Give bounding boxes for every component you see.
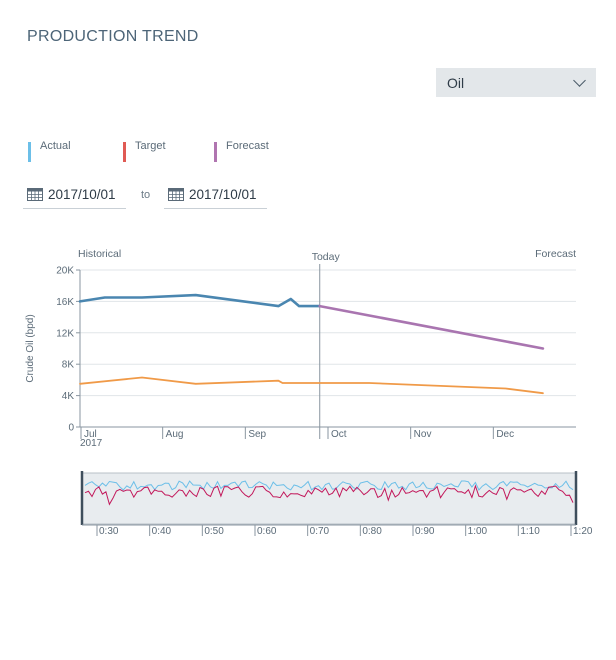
region-label-today: Today [312, 251, 341, 263]
navigator-tick-label: 1:00 [468, 526, 488, 537]
y-tick-label: 12K [56, 328, 74, 339]
legend-label-target: Target [135, 140, 166, 152]
y-tick-label: 16K [56, 297, 74, 308]
legend-item-target: Target [123, 140, 166, 162]
end-date-value: 2017/10/01 [189, 186, 257, 202]
calendar-icon [27, 187, 43, 201]
navigator-tick-label: 0:80 [362, 526, 382, 537]
y-tick-label: 8K [62, 360, 75, 371]
start-date-value: 2017/10/01 [48, 186, 116, 202]
y-tick-label: 4K [62, 391, 75, 402]
y-tick-label: 0 [68, 423, 74, 434]
legend-item-actual: Actual [28, 140, 71, 162]
region-labels: Historical Today Forecast [78, 248, 576, 439]
navigator-tick-label: 0:60 [257, 526, 277, 537]
navigator-tick-label: 1:10 [520, 526, 540, 537]
time-navigator[interactable]: 0:30 0:40 0:50 0:60 0:70 0:80 0:90 1:00 1:10 1:20 [80, 471, 593, 537]
x-axis: Jul Aug Sep Oct Nov Dec2017 [80, 426, 576, 449]
y-tick-label: 20K [56, 266, 74, 277]
y-axis: 0 4K 8K 12K 16K 20K Crude Oil (bpd) [25, 266, 81, 434]
region-label-forecast: Forecast [535, 248, 576, 260]
calendar-icon [168, 187, 184, 201]
chevron-down-icon [573, 74, 586, 87]
legend-label-actual: Actual [40, 140, 71, 152]
series-line-target [79, 376, 544, 395]
legend-swatch-forecast [214, 142, 217, 162]
series-line-forecast [318, 304, 545, 350]
x-tick-label: Dec [496, 429, 514, 440]
navigator-tick-label: 0:90 [415, 526, 435, 537]
date-range-to-label: to [141, 189, 151, 201]
legend-item-forecast: Forecast [214, 140, 269, 162]
navigator-tick-label: 0:30 [99, 526, 119, 537]
start-date-field[interactable]: 2017/10/01 [23, 180, 126, 209]
x-tick-label: Nov [414, 429, 432, 440]
navigator-window[interactable] [81, 472, 577, 525]
chart-grid [80, 269, 576, 428]
x-tick-label: Sep [248, 429, 266, 440]
navigator-tick-label: 1:20 [573, 526, 593, 537]
x-tick-label: Oct [331, 429, 347, 440]
y-axis-label: Crude Oil (bpd) [25, 314, 36, 382]
legend-swatch-target [123, 142, 126, 162]
x-tick-label: Aug [166, 429, 184, 440]
navigator-tick-label: 0:50 [204, 526, 224, 537]
page-title: PRODUCTION TREND [27, 28, 199, 45]
end-date-field[interactable]: 2017/10/01 [164, 180, 267, 209]
chart-series [78, 293, 545, 395]
navigator-tick-label: 0:70 [310, 526, 330, 537]
series-line-actual [78, 293, 322, 308]
legend-swatch-actual [28, 142, 31, 162]
product-select-value: Oil [447, 74, 465, 91]
navigator-tick-label: 0:40 [152, 526, 172, 537]
legend-label-forecast: Forecast [226, 140, 269, 152]
product-select[interactable]: Oil [436, 68, 596, 97]
production-trend-chart: 04K8K12K16K20KCrude Oil (bpd) Jul Aug Sep O… [25, 248, 593, 537]
x-year-label: 2017 [80, 438, 103, 449]
region-label-historical: Historical [78, 248, 121, 260]
